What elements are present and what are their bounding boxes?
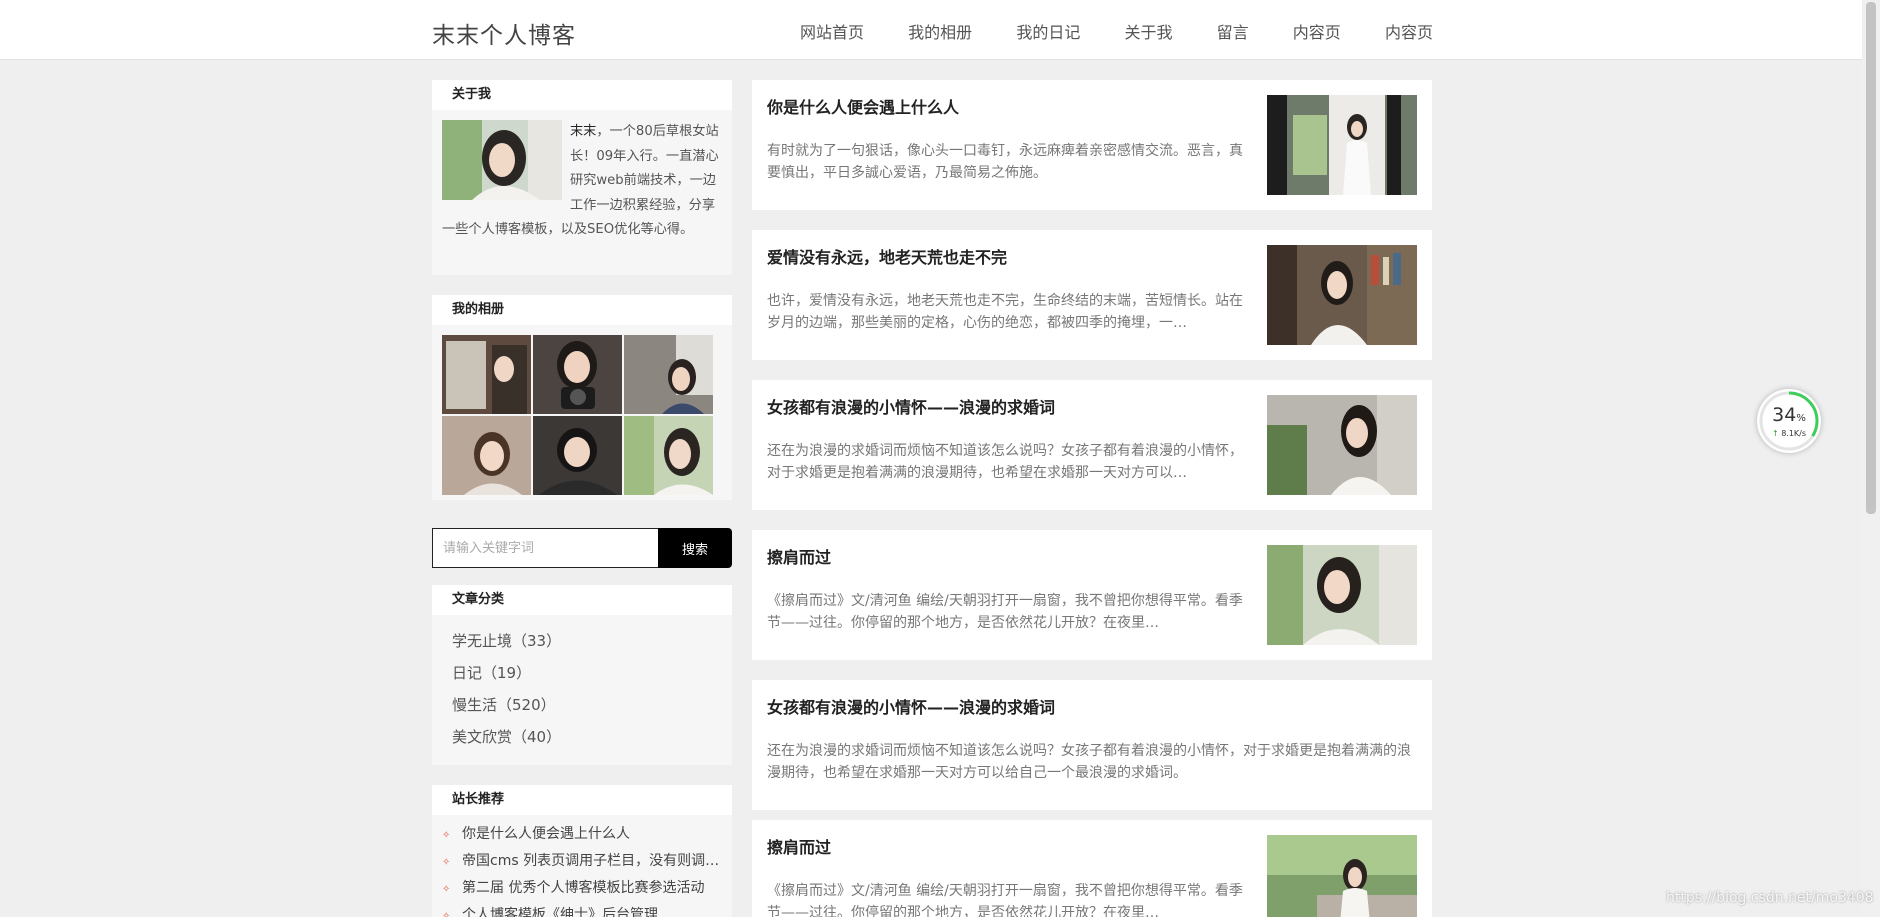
post-title[interactable]: 爱情没有永远，地老天荒也走不完 [767,244,1007,268]
bullet-icon: ✧ [442,884,451,895]
nav-about[interactable]: 关于我 [1124,19,1172,43]
recommend-link[interactable]: 个人博客模板《绅士》后台管理 [462,907,658,917]
widget-percent: 34% [1772,404,1806,426]
recommend-title: 站长推荐 [432,785,732,815]
recommend-box: 站长推荐 ✧ 你是什么人便会遇上什么人 ✧ 帝国cms 列表页调用子栏目，没有则调用… [432,785,732,917]
scrollbar-thumb[interactable] [1866,2,1876,514]
album-photo[interactable] [442,335,531,414]
scrollbar[interactable] [1862,0,1880,917]
album-photo[interactable] [442,416,531,495]
album-photo[interactable] [624,335,713,414]
network-speed-widget[interactable]: 34% ↑ 8.1K/s [1757,389,1821,453]
search-input[interactable] [432,528,658,568]
post-summary: 也许，爱情没有永远，地老天荒也走不完，生命终结的末端，苦短情长。站在岁月的边端，… [767,293,1243,331]
about-title: 关于我 [432,80,732,110]
post-summary: 《擦肩而过》文/清河鱼 编绘/天朝羽打开一扇窗，我不曾把你想得平常。看季节——过… [767,883,1243,917]
search-form: 搜索 [432,528,732,568]
post-summary: 还在为浪漫的求婚词而烦恼不知道该怎么说吗？女孩子都有着浪漫的小情怀，对于求婚更是… [767,743,1411,781]
nav-content-2[interactable]: 内容页 [1385,19,1433,43]
about-box: 关于我 末末，一个80后草根女站长！09年入行。一直潜心研究web前端技术，一边… [432,80,732,275]
recommend-link[interactable]: 帝国cms 列表页调用子栏目，没有则调用同级栏目 [462,853,727,869]
category-item[interactable]: 日记（19） [452,657,732,689]
recommend-link[interactable]: 第二届 优秀个人博客模板比赛参选活动 [462,880,704,896]
album-photo[interactable] [533,335,622,414]
post-title[interactable]: 擦肩而过 [767,834,831,858]
about-text: 末末，一个80后草根女站长！09年入行。一直潜心研究web前端技术，一边工作一边… [442,120,724,243]
album-title: 我的相册 [432,295,732,325]
album-photo[interactable] [533,416,622,495]
recommend-item[interactable]: ✧ 个人博客模板《绅士》后台管理 [442,902,727,917]
nav-content-1[interactable]: 内容页 [1293,19,1341,43]
post-title[interactable]: 女孩都有浪漫的小情怀——浪漫的求婚词 [767,694,1055,718]
category-item[interactable]: 学无止境（33） [452,625,732,657]
post-thumbnail[interactable] [1267,835,1417,917]
main-nav: 网站首页 我的相册 我的日记 关于我 留言 内容页 内容页 [800,19,1433,43]
watermark: https://blog.csdn.net/mo3408 [1666,890,1874,906]
search-button[interactable]: 搜索 [658,528,732,568]
post-summary: 还在为浪漫的求婚词而烦恼不知道该怎么说吗？女孩子都有着浪漫的小情怀，对于求婚更是… [767,443,1243,481]
post-thumbnail[interactable] [1267,95,1417,195]
header-bar: 末末个人博客 网站首页 我的相册 我的日记 关于我 留言 内容页 内容页 [0,0,1880,60]
recommend-item[interactable]: ✧ 帝国cms 列表页调用子栏目，没有则调用同级栏目 [442,848,727,875]
category-item[interactable]: 美文欣赏（40） [452,721,732,753]
album-grid [442,335,714,497]
category-item[interactable]: 慢生活（520） [452,689,732,721]
nav-message[interactable]: 留言 [1217,19,1249,43]
post-card[interactable]: 你是什么人便会遇上什么人 有时就为了一句狠话，像心头一口毒钉，永远麻痺着亲密感情… [752,80,1432,210]
post-card[interactable]: 擦肩而过 《擦肩而过》文/清河鱼 编绘/天朝羽打开一扇窗，我不曾把你想得平常。看… [752,530,1432,660]
recommend-link[interactable]: 你是什么人便会遇上什么人 [462,826,630,842]
post-thumbnail[interactable] [1267,395,1417,495]
category-title: 文章分类 [432,585,732,615]
post-card[interactable]: 爱情没有永远，地老天荒也走不完 也许，爱情没有永远，地老天荒也走不完，生命终结的… [752,230,1432,360]
category-list: 学无止境（33） 日记（19） 慢生活（520） 美文欣赏（40） [432,615,732,753]
album-box: 我的相册 [432,295,732,500]
bullet-icon: ✧ [442,830,451,841]
recommend-list: ✧你是什么人便会遇上什么人 ✧帝国cms 列表页调用子栏目，没有则调用同级栏目 … [432,815,732,917]
post-card[interactable]: 女孩都有浪漫的小情怀——浪漫的求婚词 还在为浪漫的求婚词而烦恼不知道该怎么说吗？… [752,680,1432,810]
post-title[interactable]: 女孩都有浪漫的小情怀——浪漫的求婚词 [767,394,1055,418]
about-name: 末末 [570,124,597,139]
nav-diary[interactable]: 我的日记 [1016,19,1080,43]
bullet-icon: ✧ [442,911,451,917]
upload-arrow-icon: ↑ [1771,429,1779,438]
post-title[interactable]: 擦肩而过 [767,544,831,568]
album-photo[interactable] [624,416,713,495]
nav-album[interactable]: 我的相册 [908,19,972,43]
post-thumbnail[interactable] [1267,545,1417,645]
bullet-icon: ✧ [442,857,451,868]
post-card[interactable]: 擦肩而过 《擦肩而过》文/清河鱼 编绘/天朝羽打开一扇窗，我不曾把你想得平常。看… [752,820,1432,917]
post-thumbnail[interactable] [1267,245,1417,345]
post-card[interactable]: 女孩都有浪漫的小情怀——浪漫的求婚词 还在为浪漫的求婚词而烦恼不知道该怎么说吗？… [752,380,1432,510]
post-summary: 有时就为了一句狠话，像心头一口毒钉，永远麻痺着亲密感情交流。恶言，真要慎出，平日… [767,143,1243,181]
site-logo[interactable]: 末末个人博客 [432,16,576,50]
nav-home[interactable]: 网站首页 [800,19,864,43]
widget-speed: ↑ 8.1K/s [1771,429,1807,438]
recommend-item[interactable]: ✧ 第二届 优秀个人博客模板比赛参选活动 [442,875,727,902]
post-title[interactable]: 你是什么人便会遇上什么人 [767,94,959,118]
recommend-item[interactable]: ✧ 你是什么人便会遇上什么人 [442,821,727,848]
category-box: 文章分类 学无止境（33） 日记（19） 慢生活（520） 美文欣赏（40） [432,585,732,765]
post-summary: 《擦肩而过》文/清河鱼 编绘/天朝羽打开一扇窗，我不曾把你想得平常。看季节——过… [767,593,1243,631]
